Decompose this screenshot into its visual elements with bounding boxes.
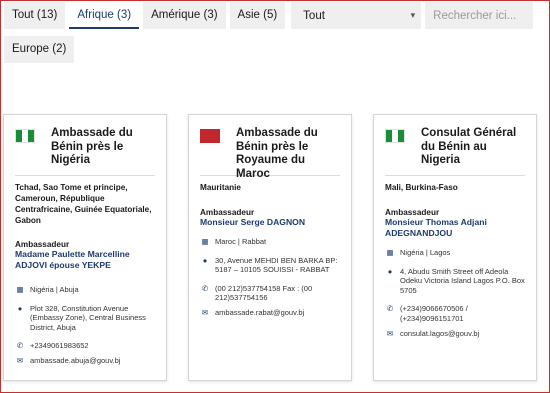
mail-icon: ✉ (16, 355, 24, 365)
location-pin-icon: ● (202, 255, 208, 265)
nigeria-flag-icon (385, 129, 405, 143)
ambassador-name[interactable]: Monsieur Thomas Adjani ADEGNANDJOU (374, 217, 536, 239)
search-input[interactable] (433, 9, 526, 22)
chevron-down-icon: ▾ (410, 10, 416, 20)
embassy-card-rabat: Ambassade du Bénin près le Royaume du Ma… (188, 114, 352, 381)
ambassador-label: Ambassadeur (200, 208, 255, 217)
mail-icon: ✉ (201, 307, 209, 317)
covered-countries: Mauritanie (200, 183, 241, 192)
location-text: Nigéria | Abuja (30, 285, 79, 294)
tab-amerique[interactable]: Amérique (3) (143, 2, 226, 29)
address-text: 30, Avenue MEHDI BEN BARKA BP: 5187 – 10… (215, 255, 338, 275)
morocco-flag-icon (200, 129, 220, 143)
region-select[interactable]: Tout ▾ (291, 2, 422, 29)
email-row: ✉ consulat.lagos@gouv.bj (374, 329, 536, 339)
nigeria-flag-icon (15, 129, 35, 143)
mail-icon: ✉ (386, 328, 394, 338)
location-row: ▦ Nigéria | Lagos (374, 248, 536, 258)
search-box[interactable] (425, 2, 534, 29)
phone-text[interactable]: +2349061983652 (30, 341, 89, 351)
card-title: Ambassade du Bénin près le Royaume du Ma… (236, 127, 318, 180)
location-pin-icon: ● (387, 266, 393, 276)
email-row: ✉ ambassade.abuja@gouv.bj (4, 356, 166, 366)
phone-row: ✆ (+234)9066670506 / (+234)9096151701 (374, 304, 536, 323)
address-text: 4, Abudu Smith Street off Adeola Odeku V… (400, 266, 525, 295)
email-link[interactable]: ambassade.abuja@gouv.bj (30, 356, 120, 366)
covered-countries: Tchad, Sao Tome et principe, Cameroun, R… (15, 183, 152, 225)
phone-icon: ✆ (16, 341, 24, 351)
location-row: ▦ Nigéria | Abuja (4, 285, 166, 295)
location-row: ▦ Maroc | Rabbat (189, 237, 351, 247)
address-text: Plot 328, Constitution Avenue (Embassy Z… (30, 303, 146, 332)
phone-row: ✆ (00 212)537754158 Fax : (00 212)537754… (189, 284, 351, 303)
phone-icon: ✆ (386, 304, 394, 314)
phone-text[interactable]: (+234)9066670506 / (+234)9096151701 (400, 304, 525, 323)
filter-bar-row2: Europe (2) (4, 36, 75, 63)
filter-bar: Tout (13) Afrique (3) Amérique (3) Asie … (4, 2, 534, 29)
location-text: Nigéria | Lagos (400, 248, 451, 257)
consulate-card-lagos: Consulat Général du Bénin au Nigeria Mal… (373, 114, 537, 381)
ambassador-name[interactable]: Monsieur Serge DAGNON (189, 217, 351, 228)
phone-row: ✆ +2349061983652 (4, 341, 166, 351)
address-row: ● 30, Avenue MEHDI BEN BARKA BP: 5187 – … (189, 256, 351, 275)
building-icon: ▦ (16, 285, 24, 294)
ambassador-label: Ambassadeur (385, 208, 440, 217)
address-row: ● 4, Abudu Smith Street off Adeola Odeku… (374, 267, 536, 296)
phone-icon: ✆ (201, 283, 209, 293)
card-title: Ambassade du Bénin près le Nigéria (51, 127, 133, 166)
tab-afrique[interactable]: Afrique (3) (69, 2, 140, 29)
building-icon: ▦ (386, 248, 394, 257)
email-link[interactable]: ambassade.rabat@gouv.bj (215, 308, 304, 318)
tab-asie[interactable]: Asie (5) (229, 2, 286, 29)
region-select-value: Tout (303, 9, 325, 22)
address-row: ● Plot 328, Constitution Avenue (Embassy… (4, 304, 166, 333)
email-link[interactable]: consulat.lagos@gouv.bj (400, 329, 479, 339)
location-text: Maroc | Rabbat (215, 237, 267, 246)
email-row: ✉ ambassade.rabat@gouv.bj (189, 308, 351, 318)
ambassador-label: Ambassadeur (15, 240, 70, 249)
ambassador-name[interactable]: Madame Paulette Marcelline ADJOVI épouse… (4, 249, 166, 271)
location-pin-icon: ● (17, 303, 23, 313)
phone-text[interactable]: (00 212)537754158 Fax : (00 212)53775415… (215, 284, 340, 303)
covered-countries: Mali, Burkina-Faso (385, 183, 458, 192)
card-title: Consulat Général du Bénin au Nigeria (421, 127, 517, 166)
building-icon: ▦ (201, 237, 209, 246)
tab-tout[interactable]: Tout (13) (4, 2, 66, 29)
embassy-card-abuja: Ambassade du Bénin près le Nigéria Tchad… (3, 114, 167, 381)
tab-europe[interactable]: Europe (2) (4, 36, 75, 63)
